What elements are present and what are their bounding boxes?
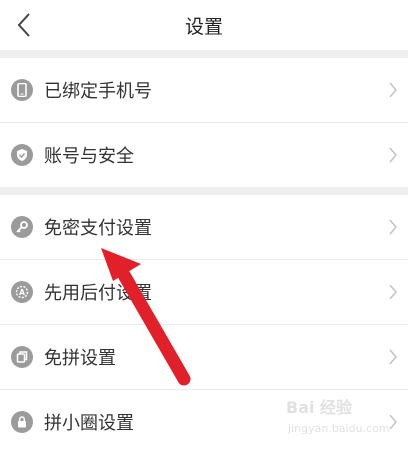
settings-row-password-free-payment[interactable]: 免密支付设置 [0,195,408,259]
baidu-watermark: Bai 经验 jingyan.baidu.com [286,394,404,444]
copy-icon [11,346,33,368]
shield-check-icon [11,144,33,166]
row-label: 拼小圈设置 [44,413,134,434]
settings-row-bound-phone[interactable]: 已绑定手机号 [0,58,408,122]
watermark-subtext: jingyan.baidu.com [288,422,390,435]
top-bar: 设置 [0,0,408,50]
page-title: 设置 [184,15,223,38]
settings-row-free-group[interactable]: 免拼设置 [0,325,408,389]
row-label: 免拼设置 [44,348,116,369]
section-gap [0,50,408,58]
badge-a-icon: A [11,281,33,303]
settings-row-pay-later[interactable]: A 先用后付设置 [0,260,408,324]
back-button[interactable] [6,6,42,44]
settings-row-account-security[interactable]: 账号与安全 [0,123,408,187]
row-label: 先用后付设置 [44,283,152,304]
chevron-right-icon [389,219,398,235]
section-gap [0,187,408,195]
chevron-right-icon [389,82,398,98]
row-label: 已绑定手机号 [44,81,152,102]
row-label: 免密支付设置 [44,218,152,239]
key-icon [11,216,33,238]
svg-text:A: A [19,288,25,297]
row-label: 账号与安全 [44,146,134,167]
chevron-right-icon [389,147,398,163]
chevron-right-icon [389,284,398,300]
lock-icon [11,411,33,433]
chevron-right-icon [389,349,398,365]
chevron-left-icon [17,13,30,37]
phone-icon [11,79,33,101]
watermark-text: Bai 经验 [286,398,353,417]
